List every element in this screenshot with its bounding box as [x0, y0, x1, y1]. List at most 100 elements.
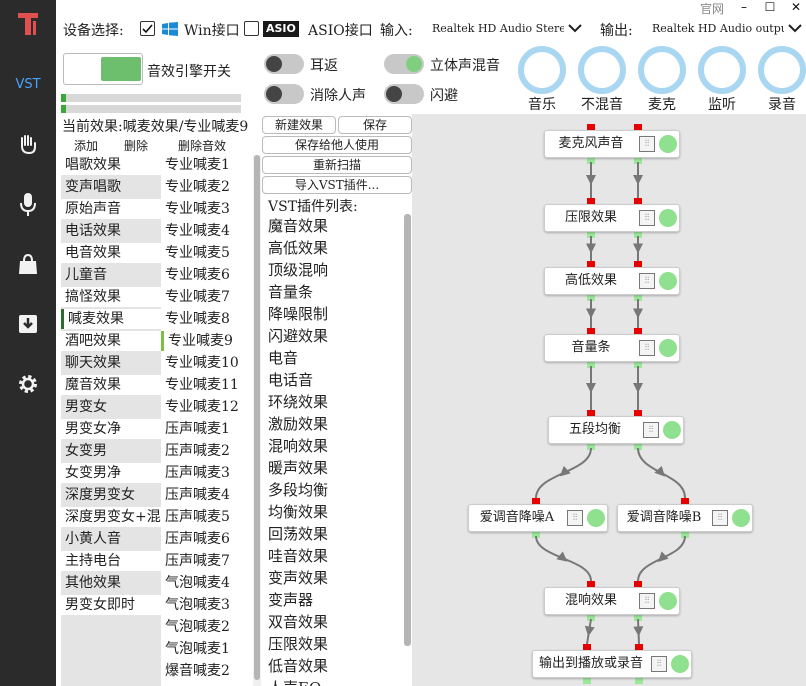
- dodge-toggle[interactable]: [384, 84, 424, 104]
- output-node[interactable]: 输出到播放或录音 ⫶⫶: [532, 650, 692, 678]
- vst-scrollbar-thumb[interactable]: [404, 214, 411, 646]
- preset-item[interactable]: 专业喊麦10: [161, 353, 251, 373]
- music-volume-knob[interactable]: [518, 46, 566, 94]
- save-button[interactable]: 保存: [338, 116, 412, 134]
- equalizer-settings-icon[interactable]: ⫶⫶: [639, 136, 655, 152]
- node-enable-indicator[interactable]: [659, 339, 677, 357]
- sidebar-item-effects[interactable]: [0, 124, 56, 164]
- maximize-button[interactable]: ☐: [760, 0, 780, 14]
- vst-plugin-item[interactable]: 均衡效果: [264, 502, 404, 522]
- vst-plugin-item[interactable]: 暖声效果: [264, 458, 404, 478]
- equalizer-settings-icon[interactable]: ⫶⫶: [639, 210, 655, 226]
- ear-return-toggle[interactable]: [264, 54, 304, 74]
- category-item[interactable]: 电话效果: [61, 221, 161, 241]
- vst-plugin-item[interactable]: 混响效果: [264, 436, 404, 456]
- vst-plugin-item[interactable]: 降噪限制: [264, 304, 404, 324]
- category-item[interactable]: 其他效果: [61, 573, 161, 593]
- engine-switch[interactable]: [63, 53, 143, 85]
- vst-plugin-item[interactable]: 音量条: [264, 282, 404, 302]
- node-enable-indicator[interactable]: [659, 135, 677, 153]
- node-enable-indicator[interactable]: [671, 655, 689, 673]
- category-item[interactable]: 搞怪效果: [61, 287, 161, 307]
- node-enable-indicator[interactable]: [663, 421, 681, 439]
- sidebar-item-download[interactable]: [0, 304, 56, 344]
- preset-scrollbar[interactable]: [253, 155, 261, 686]
- preset-item[interactable]: 专业喊麦1: [161, 155, 251, 175]
- node-enable-indicator[interactable]: [732, 509, 750, 527]
- preset-item[interactable]: 气泡喊麦3: [161, 595, 251, 615]
- stereo-mix-toggle[interactable]: [384, 54, 424, 74]
- preset-item[interactable]: 压声喊麦1: [161, 419, 251, 439]
- preset-item[interactable]: 专业喊麦2: [161, 177, 251, 197]
- reverb-node[interactable]: 混响效果 ⫶⫶: [544, 587, 680, 615]
- record-volume-knob[interactable]: [758, 46, 806, 94]
- preset-item[interactable]: 气泡喊麦2: [161, 617, 251, 637]
- category-item[interactable]: 唱歌效果: [61, 155, 161, 175]
- vst-plugin-item[interactable]: 顶级混响: [264, 260, 404, 280]
- node-enable-indicator[interactable]: [587, 509, 605, 527]
- no-mix-knob[interactable]: [578, 46, 626, 94]
- asio-interface-checkbox[interactable]: [244, 21, 259, 36]
- new-effect-button[interactable]: 新建效果: [262, 116, 336, 134]
- category-item[interactable]: 女变男: [61, 441, 161, 461]
- high-low-node[interactable]: 高低效果 ⫶⫶: [544, 267, 680, 295]
- delete-effect-button[interactable]: 删除: [124, 137, 148, 154]
- node-enable-indicator[interactable]: [659, 272, 677, 290]
- denoise-a-node[interactable]: 爱调音降噪A ⫶⫶: [468, 504, 608, 532]
- denoise-b-node[interactable]: 爱调音降噪B ⫶⫶: [617, 504, 753, 532]
- input-device-select[interactable]: Realtek HD Audio Stere...: [432, 22, 564, 35]
- compressor-node[interactable]: 压限效果 ⫶⫶: [544, 204, 680, 232]
- equalizer-settings-icon[interactable]: ⫶⫶: [651, 656, 667, 672]
- vst-plugin-item[interactable]: 低音效果: [264, 656, 404, 676]
- preset-item[interactable]: 压声喊麦5: [161, 507, 251, 527]
- preset-item[interactable]: 爆音喊麦2: [161, 661, 251, 681]
- vst-plugin-item[interactable]: 变声效果: [264, 568, 404, 588]
- five-band-eq-node[interactable]: 五段均衡 ⫶⫶: [548, 416, 684, 444]
- preset-item[interactable]: 专业喊麦3: [161, 199, 251, 219]
- preset-item[interactable]: 专业喊麦11: [161, 375, 251, 395]
- category-item[interactable]: 原始声音: [61, 199, 161, 219]
- input-chevron-down-icon[interactable]: [568, 22, 582, 37]
- category-item[interactable]: 变声唱歌: [61, 177, 161, 197]
- preset-item[interactable]: 专业喊麦8: [161, 309, 251, 329]
- sidebar-item-store[interactable]: [0, 244, 56, 284]
- category-item[interactable]: 儿童音: [61, 265, 161, 285]
- import-vst-button[interactable]: 导入VST插件...: [262, 176, 412, 194]
- preset-item[interactable]: 专业喊麦12: [161, 397, 251, 417]
- category-item[interactable]: 男变女即时: [61, 595, 161, 615]
- mic-source-node[interactable]: 麦克风声音 ⫶⫶: [544, 130, 680, 158]
- minimize-button[interactable]: –: [734, 0, 754, 14]
- vst-plugin-item[interactable]: 闪避效果: [264, 326, 404, 346]
- add-effect-button[interactable]: 添加: [74, 137, 98, 154]
- category-item[interactable]: 深度男变女+混响: [61, 507, 161, 527]
- preset-item[interactable]: 专业喊麦6: [161, 265, 251, 285]
- preset-item[interactable]: 气泡喊麦4: [161, 573, 251, 593]
- preset-item[interactable]: 气泡喊麦1: [161, 639, 251, 659]
- vst-plugin-item[interactable]: 人声EQ: [264, 678, 404, 686]
- category-item[interactable]: 女变男净: [61, 463, 161, 483]
- category-item[interactable]: 聊天效果: [61, 353, 161, 373]
- vst-plugin-item[interactable]: 环绕效果: [264, 392, 404, 412]
- vst-plugin-item[interactable]: 双音效果: [264, 612, 404, 632]
- preset-item[interactable]: 专业喊麦7: [161, 287, 251, 307]
- win-interface-checkbox[interactable]: [140, 21, 155, 36]
- vst-plugin-item[interactable]: 哇音效果: [264, 546, 404, 566]
- category-item[interactable]: 男变女净: [61, 419, 161, 439]
- equalizer-settings-icon[interactable]: ⫶⫶: [567, 510, 583, 526]
- vst-plugin-item[interactable]: 多段均衡: [264, 480, 404, 500]
- sidebar-item-settings[interactable]: [0, 364, 56, 404]
- mic-volume-knob[interactable]: [638, 46, 686, 94]
- vst-plugin-item[interactable]: 激励效果: [264, 414, 404, 434]
- preset-item[interactable]: 压声喊麦3: [161, 463, 251, 483]
- close-button[interactable]: ✕: [786, 0, 806, 14]
- vst-plugin-item[interactable]: 压限效果: [264, 634, 404, 654]
- monitor-volume-knob[interactable]: [698, 46, 746, 94]
- vst-plugin-item[interactable]: 魔音效果: [264, 216, 404, 236]
- equalizer-settings-icon[interactable]: ⫶⫶: [639, 593, 655, 609]
- equalizer-settings-icon[interactable]: ⫶⫶: [712, 510, 728, 526]
- rescan-button[interactable]: 重新扫描: [262, 156, 412, 174]
- preset-item[interactable]: 压声喊麦7: [161, 551, 251, 571]
- preset-item[interactable]: 压声喊麦2: [161, 441, 251, 461]
- node-enable-indicator[interactable]: [659, 209, 677, 227]
- vst-plugin-item[interactable]: 电音: [264, 348, 404, 368]
